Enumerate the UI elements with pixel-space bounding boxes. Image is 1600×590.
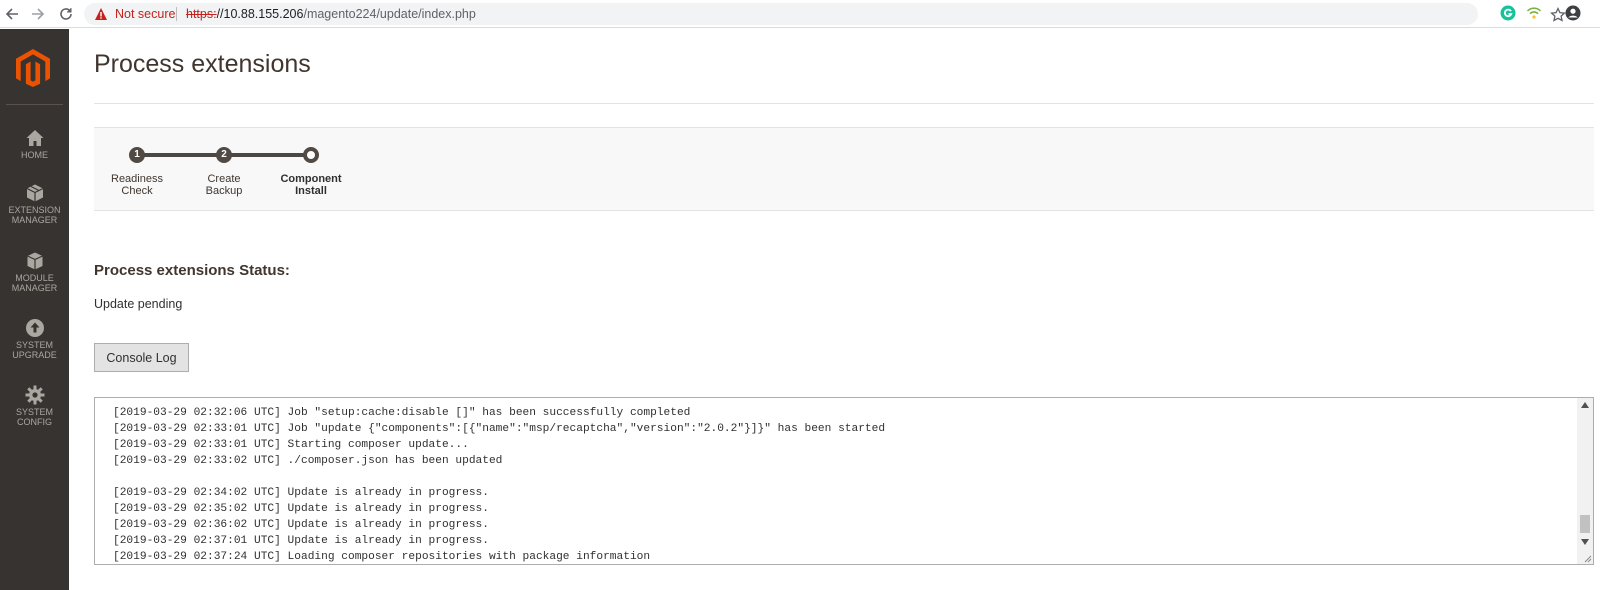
sidebar-item-system-upgrade[interactable]: SYSTEM UPGRADE bbox=[0, 318, 69, 378]
step-1-marker: 1 bbox=[129, 147, 145, 163]
step-3-marker-current bbox=[303, 147, 319, 163]
sidebar-item-system-config[interactable]: SYSTEM CONFIG bbox=[0, 385, 69, 445]
step-1-label: Readiness Check bbox=[111, 173, 163, 197]
sidebar-label: EXTENSION bbox=[8, 205, 61, 215]
log-line: [2019-03-29 02:36:02 UTC] Update is alre… bbox=[113, 519, 489, 531]
warning-icon bbox=[95, 8, 107, 20]
reload-icon[interactable] bbox=[56, 4, 76, 24]
sidebar-label: MANAGER bbox=[11, 283, 58, 293]
sidebar-label: HOME bbox=[21, 150, 48, 160]
log-scrollbar[interactable] bbox=[1577, 398, 1593, 564]
extension-box-icon bbox=[26, 184, 43, 202]
grammarly-icon[interactable] bbox=[1500, 5, 1516, 21]
step-2-marker: 2 bbox=[216, 147, 232, 163]
url-text[interactable]: https://10.88.155.206/magento224/update/… bbox=[186, 7, 476, 21]
log-line: [2019-03-29 02:35:02 UTC] Update is alre… bbox=[113, 503, 489, 515]
scroll-up-arrow-icon[interactable] bbox=[1577, 398, 1593, 412]
not-secure-label[interactable]: Not secure bbox=[115, 7, 175, 21]
sidebar-item-home[interactable]: HOME bbox=[0, 128, 69, 188]
sidebar-label: CONFIG bbox=[17, 417, 52, 427]
sidebar-label: SYSTEM bbox=[15, 407, 53, 417]
sidebar-label: UPGRADE bbox=[12, 350, 57, 360]
logo-divider bbox=[6, 104, 63, 105]
gear-icon bbox=[25, 385, 44, 405]
url-scheme: https: bbox=[186, 7, 217, 21]
sidebar-label: MANAGER bbox=[11, 215, 58, 225]
url-host: //10.88.155.206 bbox=[216, 7, 304, 21]
home-icon bbox=[26, 130, 43, 146]
url-path: /magento224/update/index.php bbox=[303, 7, 476, 21]
console-log-button[interactable]: Console Log bbox=[94, 343, 189, 372]
wifi-extension-icon[interactable] bbox=[1526, 5, 1542, 21]
sidebar-item-extension-manager[interactable]: EXTENSION MANAGER bbox=[0, 183, 69, 243]
resize-grip-icon[interactable] bbox=[1582, 553, 1592, 563]
log-line: [2019-03-29 02:37:01 UTC] Update is alre… bbox=[113, 535, 489, 547]
omnibox-divider bbox=[176, 7, 177, 21]
module-box-icon bbox=[26, 252, 43, 270]
address-bar[interactable]: Not secure https://10.88.155.206/magento… bbox=[84, 3, 1566, 25]
sidebar-label: SYSTEM bbox=[15, 340, 53, 350]
magento-logo[interactable] bbox=[16, 49, 50, 87]
log-line: [2019-03-29 02:33:02 UTC] ./composer.jso… bbox=[113, 455, 503, 467]
scroll-thumb[interactable] bbox=[1580, 515, 1590, 533]
sidebar-label: MODULE bbox=[15, 273, 54, 283]
console-log-textarea[interactable]: [2019-03-29 02:32:06 UTC] Job "setup:cac… bbox=[94, 397, 1594, 565]
star-icon[interactable] bbox=[1550, 7, 1566, 23]
log-line: [2019-03-29 02:37:24 UTC] Loading compos… bbox=[113, 551, 651, 563]
step-connector bbox=[137, 153, 223, 157]
console-log-lines: [2019-03-29 02:32:06 UTC] Job "setup:cac… bbox=[113, 405, 886, 564]
step-3-label: Component Install bbox=[280, 173, 342, 197]
account-icon[interactable] bbox=[1565, 5, 1581, 21]
log-line: [2019-03-29 02:32:06 UTC] Job "setup:cac… bbox=[113, 407, 691, 419]
sidebar-item-module-manager[interactable]: MODULE MANAGER bbox=[0, 251, 69, 311]
back-arrow-icon[interactable] bbox=[2, 4, 22, 24]
forward-arrow-icon[interactable] bbox=[28, 4, 48, 24]
scroll-down-arrow-icon[interactable] bbox=[1577, 535, 1593, 549]
page-title: Process extensions bbox=[94, 50, 311, 78]
step-connector bbox=[224, 153, 310, 157]
status-text: Update pending bbox=[94, 297, 183, 311]
title-divider bbox=[94, 103, 1594, 104]
progress-steps-bar: 1 Readiness Check 2 Create Backup Compon… bbox=[94, 127, 1594, 211]
log-line: [2019-03-29 02:34:02 UTC] Update is alre… bbox=[113, 487, 489, 499]
browser-toolbar: Not secure https://10.88.155.206/magento… bbox=[0, 0, 1600, 28]
step-2-label: Create Backup bbox=[205, 173, 243, 197]
admin-sidebar: HOME EXTENSION MANAGER MODULE MANAGER SY… bbox=[0, 29, 69, 590]
upgrade-arrow-icon bbox=[25, 319, 44, 337]
status-heading: Process extensions Status: bbox=[94, 262, 290, 279]
log-line: [2019-03-29 02:33:01 UTC] Job "update {"… bbox=[113, 423, 886, 435]
log-line: [2019-03-29 02:33:01 UTC] Starting compo… bbox=[113, 439, 469, 451]
